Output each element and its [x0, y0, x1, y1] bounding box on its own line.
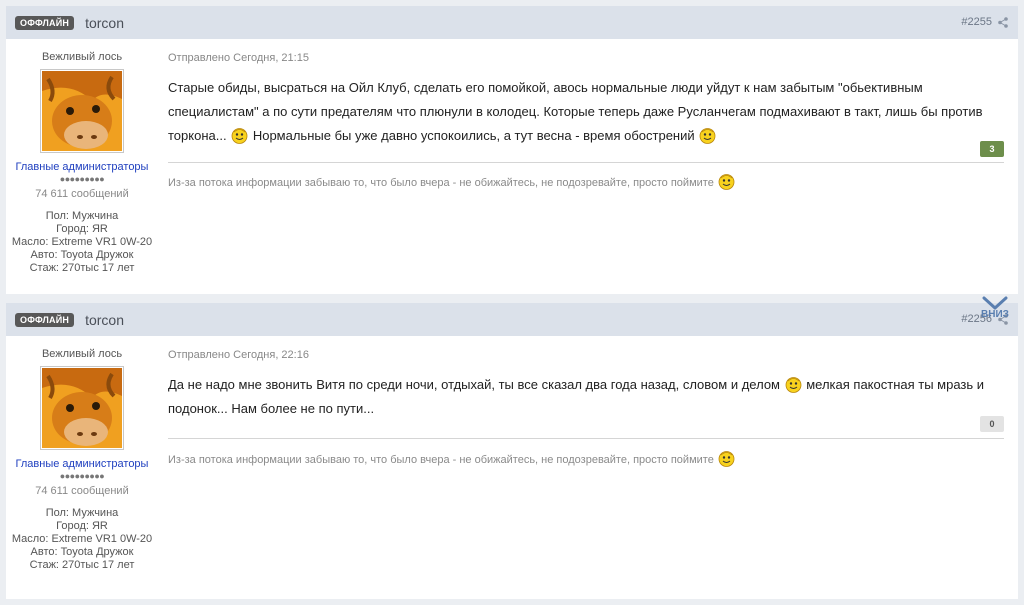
author-info: Вежливый лось Главные администраторы ●●●…: [6, 336, 158, 572]
post-count: 74 611 сообщений: [35, 188, 129, 200]
author-info: Вежливый лось Главные администраторы ●●●…: [6, 39, 158, 275]
reputation-count[interactable]: 0: [980, 416, 1004, 432]
share-icon[interactable]: [998, 17, 1008, 28]
post-text-part: Нормальные бы уже давно успокоились, а т…: [252, 128, 695, 143]
chevron-down-icon: [982, 296, 1008, 310]
smile-icon: [718, 451, 735, 467]
signature-text: Из-за потока информации забываю то, что …: [168, 454, 714, 466]
status-badge: ОФФЛАЙН: [15, 15, 75, 30]
avatar[interactable]: [40, 69, 124, 153]
post-text: Старые обиды, высраться на Ойл Клуб, сде…: [168, 76, 1004, 148]
info-oil: Масло: Extreme VR1 0W-20: [11, 236, 153, 248]
member-title: Вежливый лось: [41, 348, 123, 360]
post-date: Отправлено Сегодня, 21:15: [168, 52, 309, 64]
author-name-link[interactable]: torcon: [85, 312, 124, 328]
reputation-count[interactable]: 3: [980, 141, 1004, 157]
info-experience: Стаж: 270тыс 17 лет: [29, 262, 135, 274]
post-content: Отправлено Сегодня, 22:16 Да не надо мне…: [168, 336, 1004, 598]
smile-icon: [785, 377, 802, 393]
info-gender: Пол: Мужчина: [45, 210, 119, 222]
post-2255: ОФФЛАЙН torcon #2255 Вежливый лось Главн…: [6, 6, 1018, 294]
author-details: Пол: Мужчина Город: ЯR Масло: Extreme VR…: [6, 210, 158, 275]
info-oil: Масло: Extreme VR1 0W-20: [11, 533, 153, 545]
signature-divider: [168, 162, 1004, 163]
info-experience: Стаж: 270тыс 17 лет: [29, 559, 135, 571]
post-header: ОФФЛАЙН torcon #2255: [6, 6, 1018, 39]
signature: Из-за потока информации забываю то, что …: [168, 450, 736, 467]
rank-pips: ●●●●●●●●●: [59, 471, 105, 481]
post-header: ОФФЛАЙН torcon #2256: [6, 303, 1018, 336]
rank-pips: ●●●●●●●●●: [59, 174, 105, 184]
info-city: Город: ЯR: [56, 223, 108, 235]
post-count: 74 611 сообщений: [35, 485, 129, 497]
post-number-link[interactable]: #2255: [961, 16, 992, 28]
info-car: Авто: Toyota Дружок: [30, 249, 134, 261]
info-gender: Пол: Мужчина: [45, 507, 119, 519]
group-name: Главные администраторы: [15, 161, 149, 173]
signature: Из-за потока информации забываю то, что …: [168, 173, 736, 190]
smile-icon: [718, 174, 735, 190]
post-date: Отправлено Сегодня, 22:16: [168, 349, 309, 361]
member-title: Вежливый лось: [41, 51, 123, 63]
scroll-down-label: ВНИЗ: [981, 309, 1009, 320]
smile-icon: [231, 128, 248, 144]
group-name: Главные администраторы: [15, 458, 149, 470]
scroll-down-button[interactable]: ВНИЗ: [977, 296, 1013, 332]
post-2256: ОФФЛАЙН torcon #2256 Вежливый лось Главн…: [6, 303, 1018, 599]
author-details: Пол: Мужчина Город: ЯR Масло: Extreme VR…: [6, 507, 158, 572]
moose-avatar-image: [42, 368, 122, 448]
signature-text: Из-за потока информации забываю то, что …: [168, 177, 714, 189]
post-text: Да не надо мне звонить Витя по среди ноч…: [168, 373, 1004, 421]
info-car: Авто: Toyota Дружок: [30, 546, 134, 558]
info-city: Город: ЯR: [56, 520, 108, 532]
moose-avatar-image: [42, 71, 122, 151]
post-content: Отправлено Сегодня, 21:15 Старые обиды, …: [168, 39, 1004, 301]
smile-icon: [699, 128, 716, 144]
signature-divider: [168, 438, 1004, 439]
avatar[interactable]: [40, 366, 124, 450]
status-badge: ОФФЛАЙН: [15, 312, 75, 327]
post-text-part: Да не надо мне звонить Витя по среди ноч…: [168, 377, 780, 392]
author-name-link[interactable]: torcon: [85, 15, 124, 31]
